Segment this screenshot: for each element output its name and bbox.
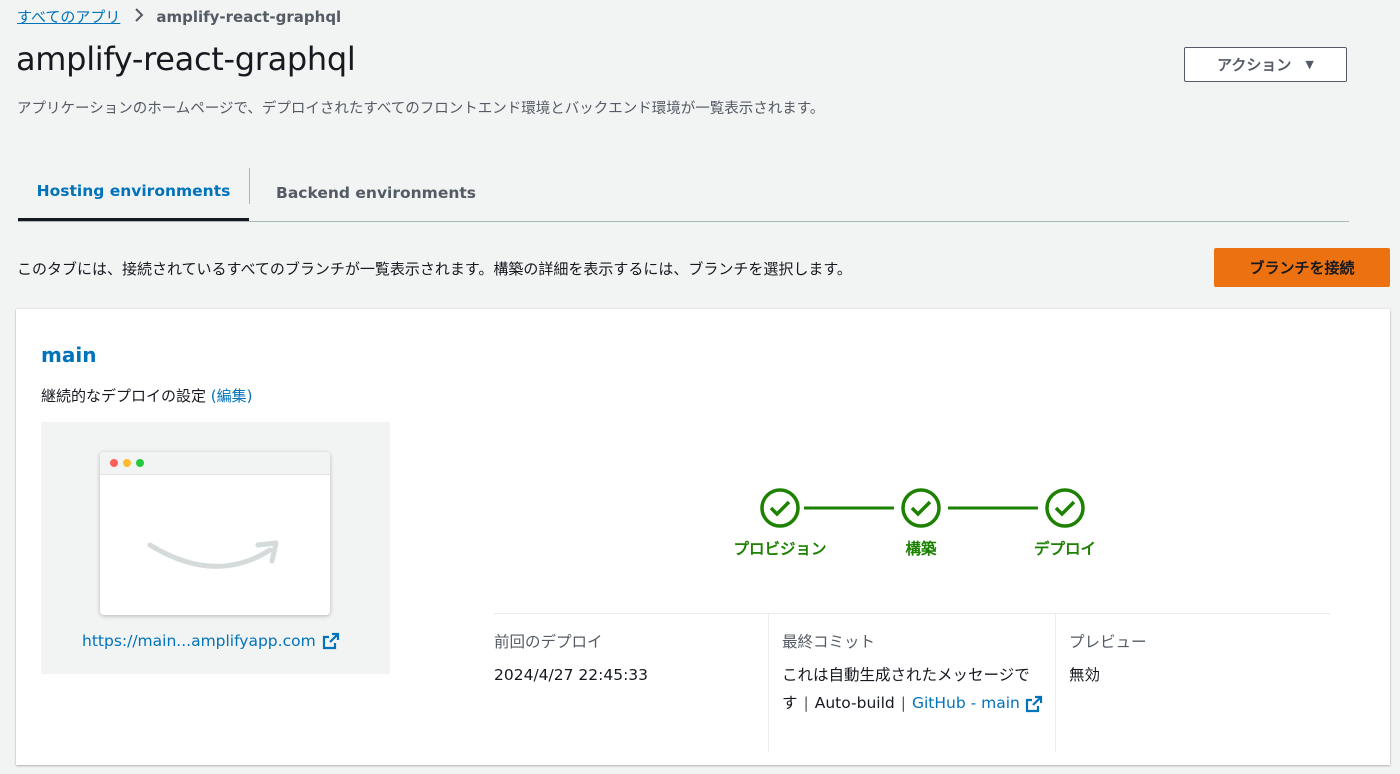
stage-deploy: デプロイ — [995, 487, 1135, 559]
last-deploy-column: 前回のデプロイ 2024/4/27 22:45:33 — [494, 614, 768, 752]
last-commit-value: これは自動生成されたメッセージです | Auto-build | GitHub - ma… — [782, 661, 1044, 717]
github-repo-link[interactable]: GitHub - main — [912, 694, 1043, 712]
branch-name-link[interactable]: main — [41, 343, 96, 367]
preview-value: 無効 — [1069, 666, 1101, 684]
breadcrumb-current: amplify-react-graphql — [156, 7, 342, 26]
environment-tabs: Hosting environments Backend environment… — [18, 164, 1349, 222]
chevron-right-icon — [134, 7, 144, 27]
actions-dropdown-button[interactable]: アクション ▼ — [1184, 47, 1347, 82]
browser-thumbnail — [100, 452, 330, 615]
maximize-dot-icon — [136, 459, 144, 467]
continuous-deploy-settings: 継続的なデプロイの設定 (編集) — [41, 385, 253, 406]
stage-label: プロビジョン — [733, 540, 827, 558]
stage-provision: プロビジョン — [710, 487, 850, 559]
stage-build: 構築 — [851, 487, 991, 559]
last-commit-column: 最終コミット これは自動生成されたメッセージです | Auto-build | GitH… — [768, 614, 1055, 752]
tab-backend-environments[interactable]: Backend environments — [276, 164, 476, 221]
caret-down-icon: ▼ — [1305, 58, 1314, 71]
last-deploy-value: 2024/4/27 22:45:33 — [494, 666, 649, 684]
branch-info: 前回のデプロイ 2024/4/27 22:45:33 最終コミット これは自動生… — [494, 613, 1330, 754]
external-link-icon — [322, 632, 339, 650]
site-preview: https://main...amplifyapp.com — [41, 422, 390, 674]
last-commit-label: 最終コミット — [782, 633, 876, 651]
page-subtitle: アプリケーションのホームページで、デプロイされたすべてのフロントエンド環境とバッ… — [17, 101, 825, 117]
browser-title-bar — [100, 452, 330, 475]
check-circle-icon — [1045, 488, 1085, 528]
preview-column: プレビュー 無効 — [1055, 614, 1331, 752]
deploy-pipeline: プロビジョン 構築 デプロイ — [710, 487, 1096, 567]
close-dot-icon — [110, 459, 118, 467]
hosting-description: このタブには、接続されているすべてのブランチが一覧表示されます。構築の詳細を表示… — [17, 260, 852, 278]
connect-branch-button[interactable]: ブランチを接続 — [1214, 248, 1390, 287]
tab-divider — [249, 168, 250, 204]
page-title: amplify-react-graphql — [16, 40, 356, 78]
site-url-label: https://main...amplifyapp.com — [82, 632, 316, 650]
check-circle-icon — [901, 488, 941, 528]
breadcrumb-all-apps-link[interactable]: すべてのアプリ — [17, 6, 120, 27]
amazon-smile-icon — [147, 540, 279, 569]
external-link-icon — [1025, 695, 1042, 712]
check-circle-icon — [760, 488, 800, 528]
stage-label: 構築 — [905, 540, 937, 558]
separator: | — [803, 694, 809, 712]
breadcrumb: すべてのアプリ amplify-react-graphql — [17, 6, 341, 27]
preview-label: プレビュー — [1069, 633, 1147, 651]
edit-link[interactable]: (編集) — [211, 387, 253, 405]
tab-hosting-environments[interactable]: Hosting environments — [18, 164, 249, 221]
minimize-dot-icon — [123, 459, 131, 467]
cd-settings-label: 継続的なデプロイの設定 — [41, 387, 207, 405]
repo-link-label: GitHub - main — [911, 694, 1020, 712]
last-deploy-label: 前回のデプロイ — [494, 633, 603, 651]
stage-label: デプロイ — [1033, 540, 1096, 558]
actions-label: アクション — [1217, 56, 1292, 74]
commit-source: Auto-build — [814, 694, 895, 712]
separator: | — [900, 694, 906, 712]
branch-card: main 継続的なデプロイの設定 (編集) https://main...amp… — [16, 309, 1390, 765]
site-url-link[interactable]: https://main...amplifyapp.com — [82, 632, 340, 650]
